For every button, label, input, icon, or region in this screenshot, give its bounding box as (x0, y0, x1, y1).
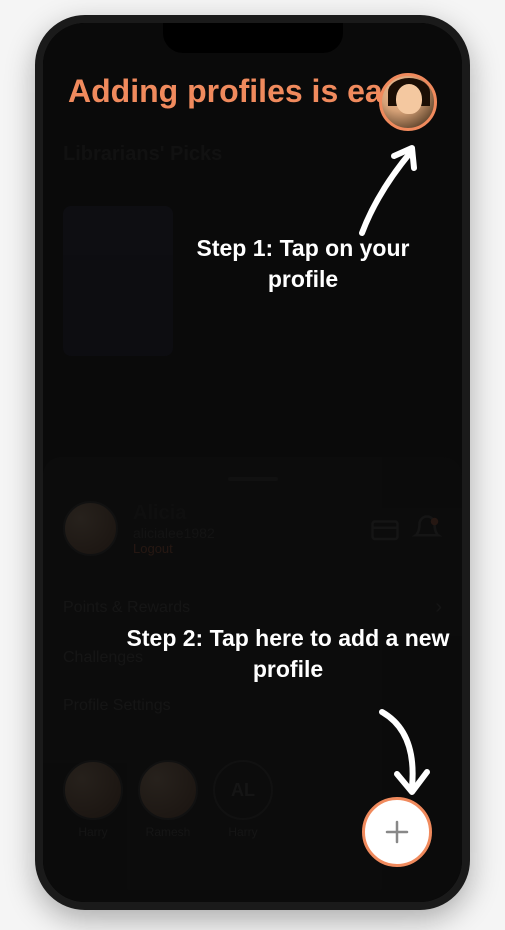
add-profile-button[interactable] (362, 797, 432, 867)
headline: Adding profiles is easy! (68, 73, 429, 110)
phone-frame: Librarians' Picks Alicia alicialee1982 L… (35, 15, 470, 910)
device-notch (163, 23, 343, 53)
avatar-face (396, 84, 422, 114)
tutorial-overlay: Adding profiles is easy! Step 1: Tap on … (43, 23, 462, 902)
profile-avatar-highlight[interactable] (379, 73, 437, 131)
arrow-icon (362, 702, 442, 807)
plus-icon (382, 817, 412, 847)
step2-text: Step 2: Tap here to add a new profile (123, 623, 453, 685)
step1-text: Step 1: Tap on your profile (173, 233, 433, 295)
arrow-icon (342, 138, 432, 238)
screen: Librarians' Picks Alicia alicialee1982 L… (43, 23, 462, 902)
